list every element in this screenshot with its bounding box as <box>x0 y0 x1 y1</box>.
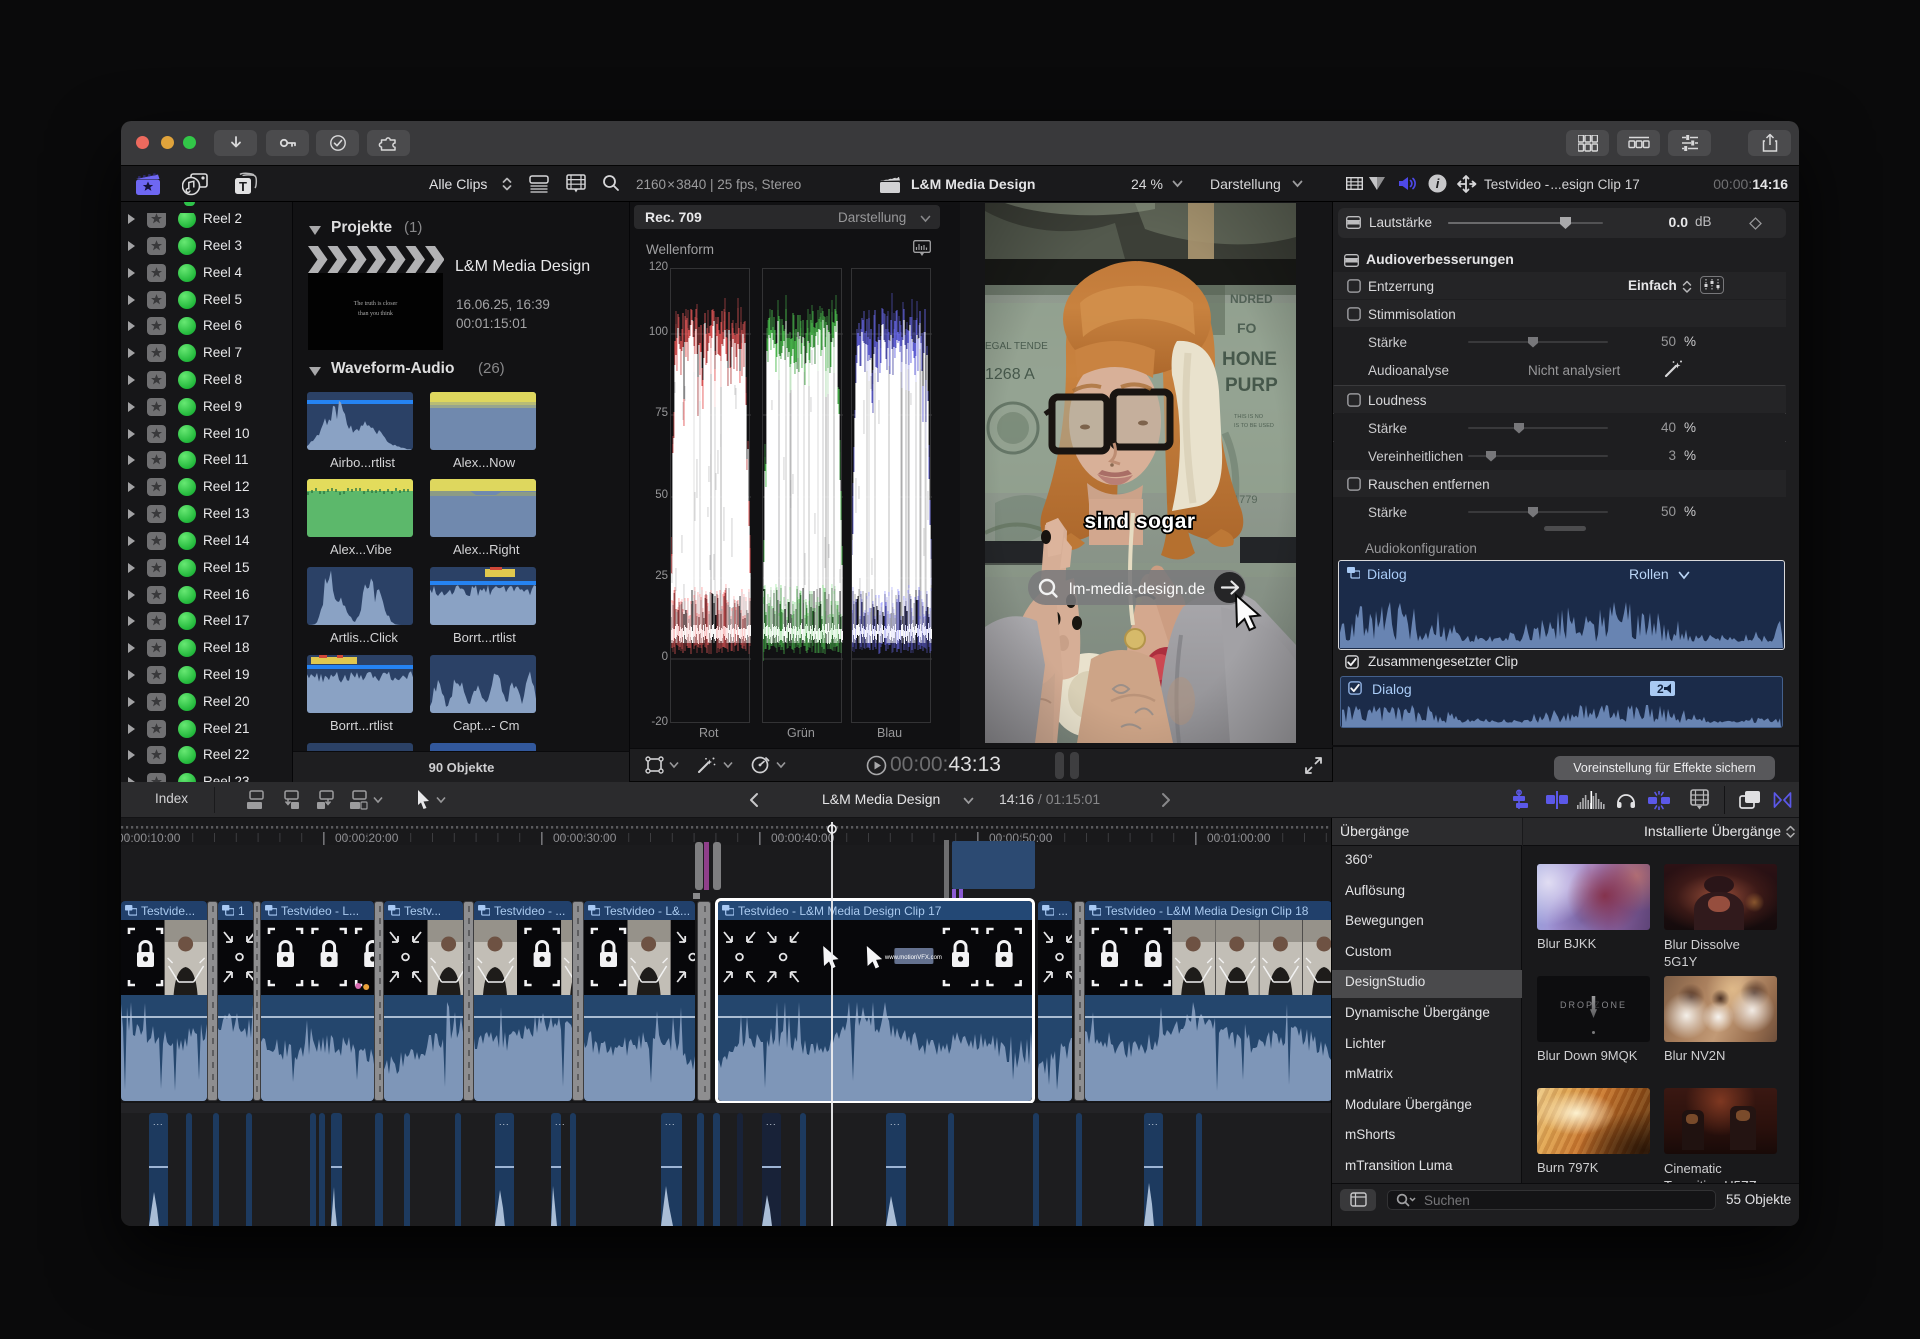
svg-text:T: T <box>239 179 247 194</box>
svg-text:i: i <box>1436 176 1440 191</box>
svg-text:lm-media-design.de: lm-media-design.de <box>1069 581 1205 598</box>
svg-text:sind sogar: sind sogar <box>1084 510 1195 533</box>
svg-text:2: 2 <box>1657 682 1664 696</box>
